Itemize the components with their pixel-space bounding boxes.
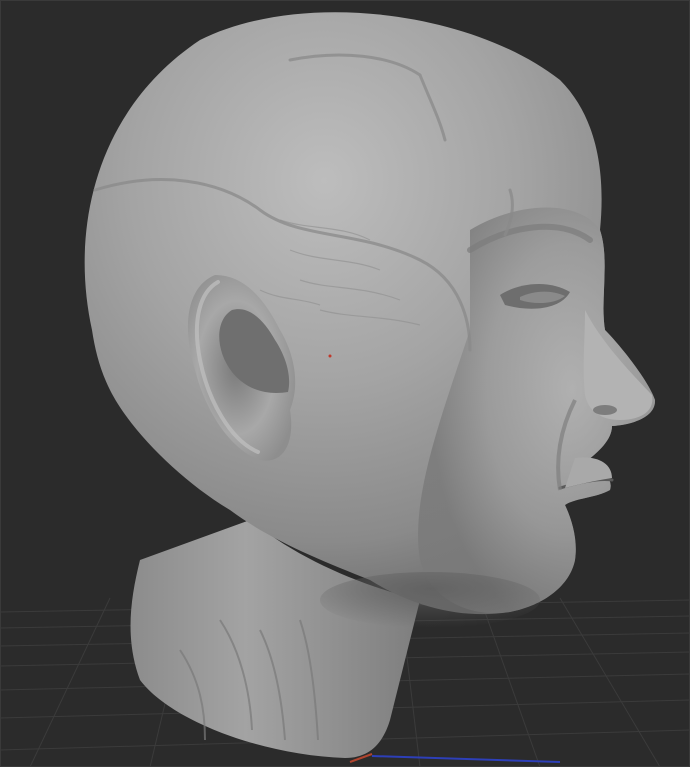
viewport-canvas[interactable] — [0, 0, 690, 767]
head-nose — [583, 310, 653, 420]
sculpt-marker-dot — [328, 354, 332, 358]
sculpted-head-model[interactable] — [84, 12, 656, 758]
head-nostril — [593, 405, 617, 415]
3d-viewport[interactable] — [0, 0, 690, 767]
head-jaw-shadow — [320, 572, 540, 628]
axis-z-line — [371, 755, 561, 763]
